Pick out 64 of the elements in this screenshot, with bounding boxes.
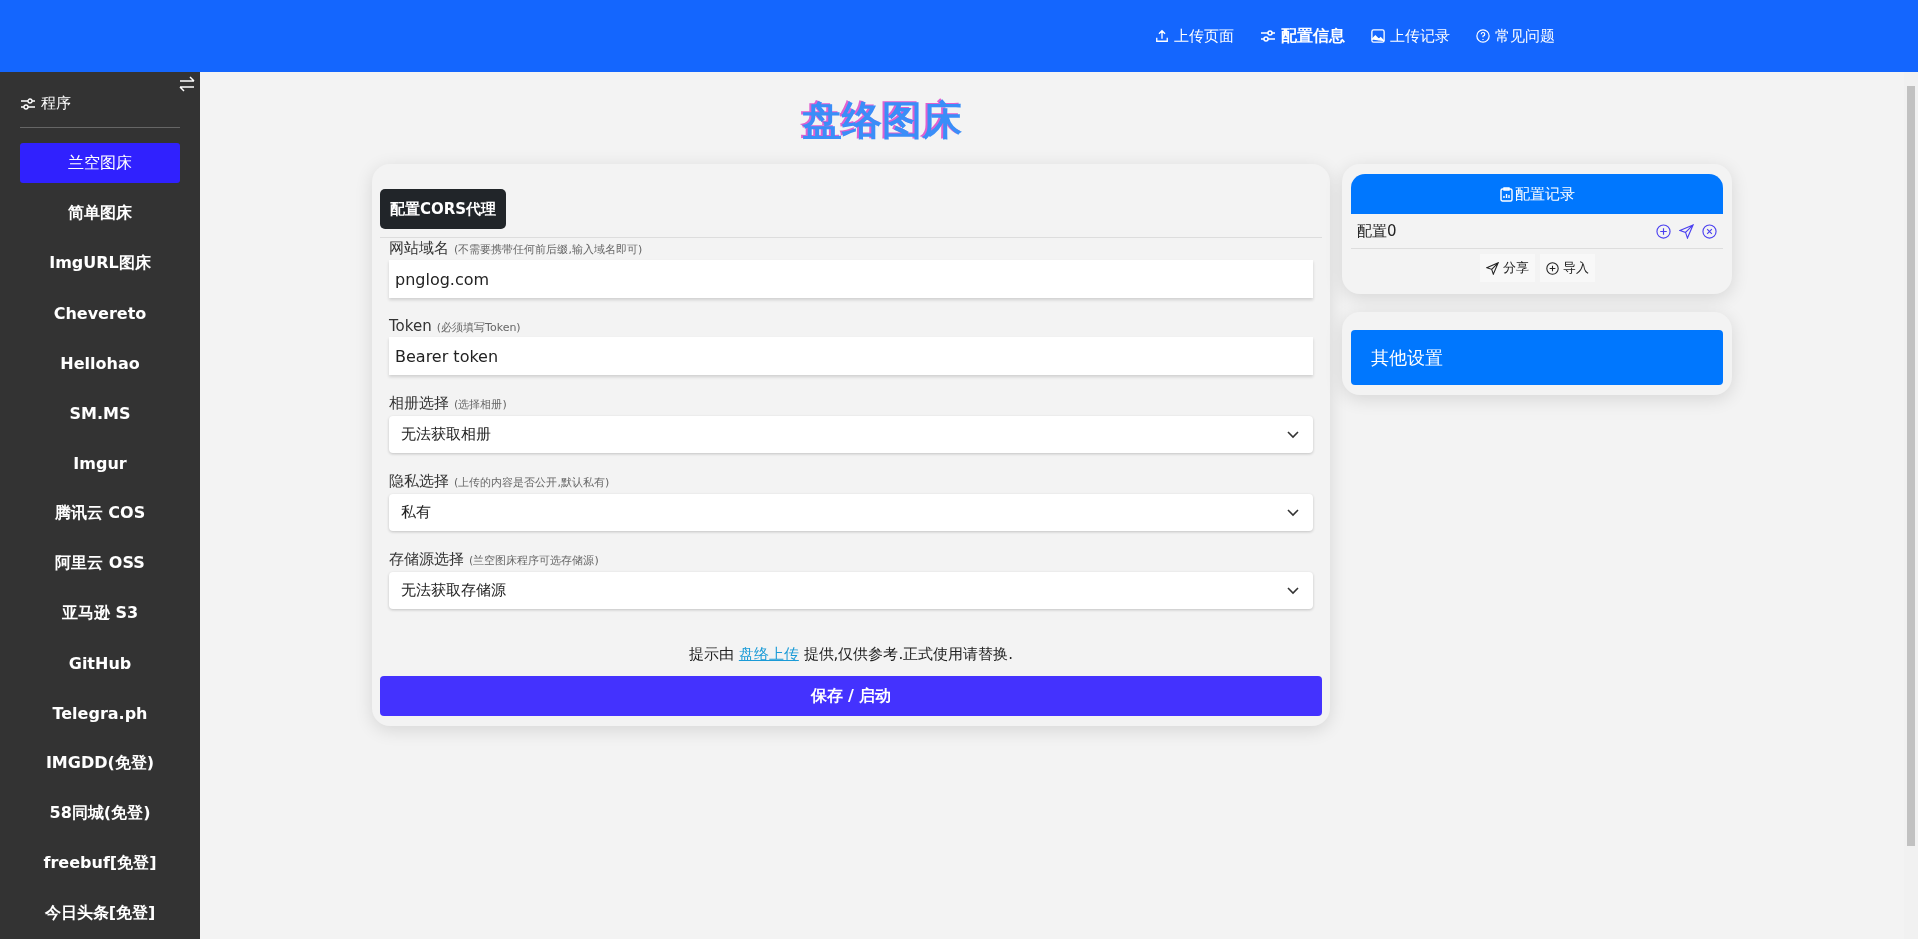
swap-icon[interactable] bbox=[178, 76, 196, 92]
image-icon bbox=[1371, 29, 1385, 43]
upload-icon bbox=[1155, 29, 1169, 43]
close-icon[interactable] bbox=[1702, 223, 1717, 239]
nav-link[interactable]: 上传页面 bbox=[1155, 25, 1234, 47]
field-label: Token bbox=[389, 317, 432, 335]
nav-label: 上传记录 bbox=[1390, 26, 1450, 46]
select-field[interactable]: 无法获取相册 bbox=[389, 416, 1313, 453]
select-field[interactable]: 私有 bbox=[389, 494, 1313, 531]
field-hint: (不需要携带任何前后缀,输入域名即可) bbox=[454, 243, 643, 256]
chevron-down-icon bbox=[1287, 586, 1299, 595]
sidebar-item[interactable]: Chevereto bbox=[20, 293, 180, 333]
sidebar-item[interactable]: 简单图床 bbox=[20, 193, 180, 233]
field-hint: (兰空图床程序可选存储源) bbox=[469, 554, 599, 567]
sidebar-item[interactable]: IMGDD(免登) bbox=[20, 743, 180, 783]
chevron-down-icon bbox=[1287, 508, 1299, 517]
add-icon[interactable] bbox=[1656, 223, 1671, 239]
send-icon bbox=[1485, 261, 1499, 275]
sidebar-item[interactable]: 58同城(免登) bbox=[20, 793, 180, 833]
select-field[interactable]: 无法获取存储源 bbox=[389, 572, 1313, 609]
sidebar-item[interactable]: 今日头条[免登] bbox=[20, 893, 180, 933]
sidebar-item[interactable]: Imgur bbox=[20, 443, 180, 483]
sidebar-item[interactable]: SM.MS bbox=[20, 393, 180, 433]
nav-link[interactable]: 配置信息 bbox=[1260, 25, 1345, 47]
sidebar-item[interactable]: Telegra.ph bbox=[20, 693, 180, 733]
input-field[interactable]: Bearer token bbox=[389, 337, 1313, 375]
sidebar-title: 程序 bbox=[41, 94, 71, 113]
site-title: 盘络图床 bbox=[802, 98, 962, 142]
nav-label: 常见问题 bbox=[1495, 26, 1555, 46]
hint-text: 提示由 盘络上传 提供,仅供参考.正式使用请替换. bbox=[688, 645, 1014, 664]
field-label: 相册选择 bbox=[389, 394, 449, 412]
sidebar-item[interactable]: freebuf[免登] bbox=[20, 843, 180, 883]
nav-link[interactable]: 常见问题 bbox=[1476, 25, 1555, 47]
nav-label: 配置信息 bbox=[1281, 25, 1345, 47]
nav-link[interactable]: 上传记录 bbox=[1371, 25, 1450, 47]
import-button[interactable]: 导入 bbox=[1539, 254, 1595, 282]
other-settings-button[interactable]: 其他设置 bbox=[1351, 330, 1723, 385]
sliders-icon bbox=[1260, 29, 1276, 43]
sidebar-item[interactable]: 腾讯云 COS bbox=[20, 493, 180, 533]
field-label: 网站域名 bbox=[389, 239, 449, 257]
field-hint: (上传的内容是否公开,默认私有) bbox=[454, 476, 610, 489]
record-name[interactable]: 配置0 bbox=[1357, 221, 1397, 241]
sidebar-item[interactable]: 阿里云 OSS bbox=[20, 543, 180, 583]
sidebar-item[interactable]: 兰空图床 bbox=[20, 143, 180, 183]
field-label: 存储源选择 bbox=[389, 550, 464, 568]
share-button[interactable]: 分享 bbox=[1479, 254, 1535, 282]
send-icon[interactable] bbox=[1679, 223, 1694, 239]
help-icon bbox=[1476, 29, 1490, 43]
clipboard-icon bbox=[1499, 186, 1513, 202]
field-hint: (必须填写Token) bbox=[436, 321, 521, 334]
sidebar-item[interactable]: GitHub bbox=[20, 643, 180, 683]
add-icon bbox=[1545, 261, 1559, 275]
nav-label: 上传页面 bbox=[1174, 26, 1234, 46]
sliders-icon bbox=[20, 97, 36, 110]
cors-proxy-button[interactable]: 配置CORS代理 bbox=[380, 189, 507, 229]
chevron-down-icon bbox=[1287, 430, 1299, 439]
input-field[interactable]: pnglog.com bbox=[389, 260, 1313, 298]
records-title: 配置记录 bbox=[1514, 184, 1575, 204]
field-hint: (选择相册) bbox=[454, 398, 507, 411]
save-button[interactable]: 保存 / 启动 bbox=[380, 676, 1322, 716]
sidebar-item[interactable]: ImgURL图床 bbox=[20, 243, 180, 283]
field-label: 隐私选择 bbox=[389, 472, 449, 490]
sidebar-item[interactable]: Hellohao bbox=[20, 343, 180, 383]
sidebar-item[interactable]: 亚马逊 S3 bbox=[20, 593, 180, 633]
